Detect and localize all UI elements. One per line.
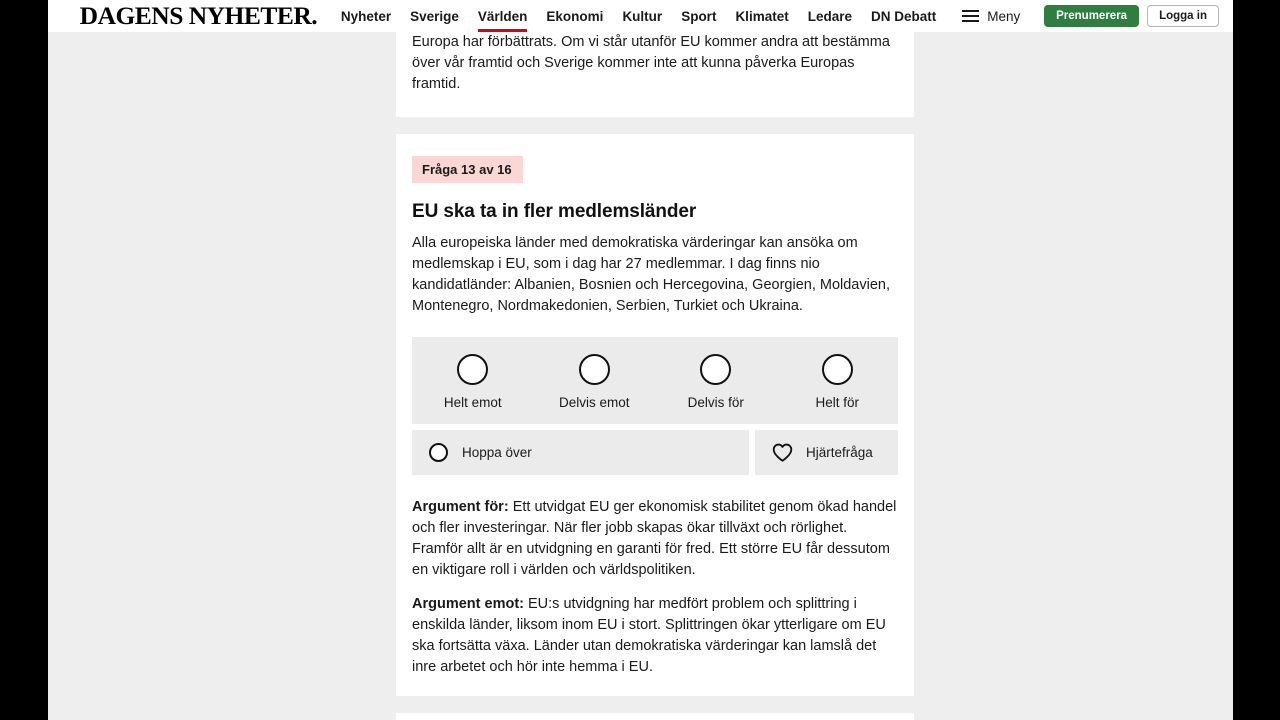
content-column: Europa har förbättrats. Om vi står utanf… [396,32,914,720]
option-label: Helt för [815,395,859,410]
question-card-14: Fråga 14 av 16 [396,712,914,720]
site-header: DAGENS NYHETER. Nyheter Sverige Världen … [48,0,1233,32]
subscribe-button[interactable]: Prenumerera [1044,5,1140,27]
question-actions: Hoppa över Hjärtefråga [412,429,898,475]
page-body: Europa har förbättrats. Om vi står utanf… [48,32,1233,720]
question-description: Alla europeiska länder med demokratiska … [412,235,891,314]
nav-item-sport[interactable]: Sport [681,0,716,32]
option-helt-for[interactable]: Helt för [777,354,899,410]
main-navigation: Nyheter Sverige Världen Ekonomi Kultur S… [341,0,936,32]
browser-viewport: DAGENS NYHETER. Nyheter Sverige Världen … [48,0,1233,720]
skip-question-button[interactable]: Hoppa över [412,429,749,475]
option-delvis-for[interactable]: Delvis för [655,354,777,410]
nav-item-varlden[interactable]: Världen [477,0,527,32]
favorite-label: Hjärtefråga [806,444,873,460]
option-label: Helt emot [443,395,502,410]
argument-against-label: Argument emot: [412,595,524,612]
skip-label: Hoppa över [462,444,532,460]
menu-label: Meny [987,8,1021,24]
radio-icon[interactable] [700,354,732,385]
header-actions: Prenumerera Logga in [1044,5,1219,27]
nav-item-dn-debatt[interactable]: DN Debatt [871,0,936,32]
answer-options: Helt emot Delvis emot Delvis för Helt fö… [412,337,898,424]
hamburger-icon [962,10,980,22]
nav-item-kultur[interactable]: Kultur [622,0,662,32]
option-delvis-emot[interactable]: Delvis emot [534,354,656,410]
argument-against: Argument emot: EU:s utvidgning har medfö… [412,594,898,678]
previous-question-card: Europa har förbättrats. Om vi står utanf… [396,32,914,117]
favorite-question-button[interactable]: Hjärtefråga [755,429,898,475]
option-helt-emot[interactable]: Helt emot [412,354,534,410]
heart-icon [772,443,793,462]
option-label: Delvis för [687,395,744,410]
nav-item-sverige[interactable]: Sverige [410,0,459,32]
previous-question-text: Europa har förbättrats. Om vi står utanf… [412,34,890,92]
argument-for-label: Argument för: [412,498,509,515]
question-title: EU ska ta in fler medlemsländer [412,201,697,222]
radio-icon[interactable] [457,354,489,385]
nav-item-ekonomi[interactable]: Ekonomi [546,0,603,32]
dn-logo[interactable]: DAGENS NYHETER. [80,4,318,29]
question-counter-badge: Fråga 13 av 16 [412,156,523,183]
radio-icon[interactable] [578,354,610,385]
radio-icon[interactable] [821,354,853,385]
circle-icon [429,442,448,462]
argument-for: Argument för: Ett utvidgat EU ger ekonom… [412,497,898,581]
question-card-13: Fråga 13 av 16 EU ska ta in fler medlems… [396,134,914,696]
nav-item-ledare[interactable]: Ledare [808,0,852,32]
option-label: Delvis emot [558,395,630,410]
nav-item-klimatet[interactable]: Klimatet [735,0,788,32]
menu-button[interactable]: Meny [962,9,1020,24]
nav-item-nyheter[interactable]: Nyheter [341,0,391,32]
login-button[interactable]: Logga in [1147,5,1219,27]
